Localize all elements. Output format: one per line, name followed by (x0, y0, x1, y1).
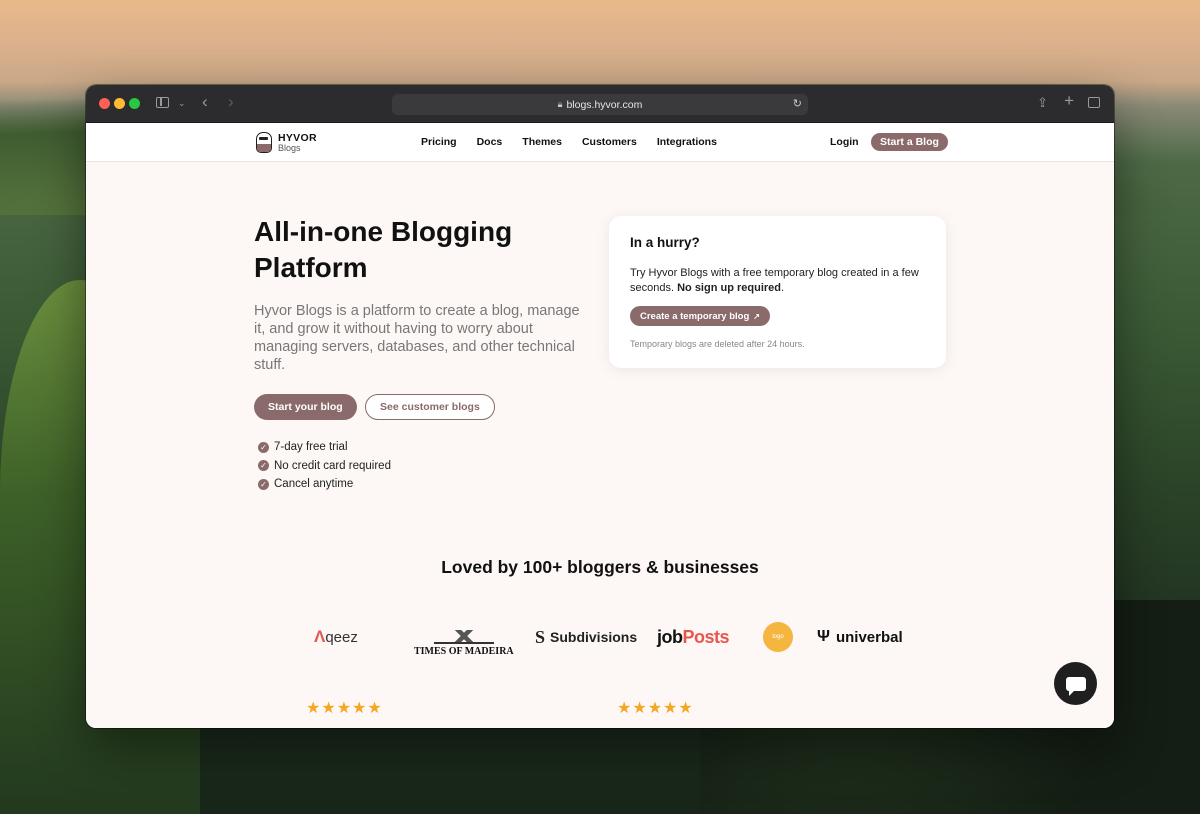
see-customer-blogs-button[interactable]: See customer blogs (365, 394, 495, 420)
feature-label: No credit card required (274, 459, 391, 472)
page-content: All-in-one Blogging Platform Hyvor Blogs… (86, 162, 1114, 728)
social-proof-heading: Loved by 100+ bloggers & businesses (441, 557, 759, 577)
circle-logo: logo (763, 617, 793, 657)
star-icon: ★ (678, 700, 694, 717)
nav-link-docs[interactable]: Docs (477, 136, 503, 148)
star-icon: ★ (647, 700, 664, 717)
star-icon: ★ (663, 700, 679, 717)
times-of-madeira-logo: TIMES OF MADEIRA (414, 617, 514, 657)
circle-badge: logo (763, 622, 793, 652)
star-icon: ★ (367, 700, 383, 717)
hurry-card-body-suffix: . (781, 281, 785, 294)
star-icon: ★ (321, 700, 337, 717)
back-arrow-icon[interactable]: ‹ (202, 93, 208, 110)
hurry-card-title: In a hurry? (630, 235, 700, 250)
univerbal-logo: Ψuniverbal (817, 628, 903, 646)
forward-arrow-icon[interactable]: › (228, 93, 234, 110)
chat-bubble-icon (1065, 676, 1086, 696)
star-icon: ★ (336, 700, 353, 717)
address-url: blogs.hyvor.com (566, 98, 643, 111)
star-icon: ★ (632, 700, 648, 717)
create-temporary-blog-label: Create a temporary blog (640, 310, 750, 322)
address-bar[interactable]: 🔒︎ blogs.hyvor.com ↻ (392, 94, 808, 115)
star-rating: ★★★★★ (617, 698, 694, 718)
univerbal-mark-icon: Ψ (817, 628, 830, 645)
feature-label: 7-day free trial (274, 441, 348, 454)
nav-link-integrations[interactable]: Integrations (657, 136, 717, 148)
hero-title: All-in-one Blogging Platform (254, 216, 513, 283)
feature-list: ✓ 7-day free trial ✓ No credit card requ… (258, 438, 391, 494)
check-circle-icon: ✓ (258, 460, 269, 472)
logo-name: HYVOR (278, 131, 317, 144)
minimize-window-button[interactable] (114, 98, 125, 109)
subdivisions-mark-icon: S (535, 626, 546, 647)
qeez-logo: Λqeez (314, 627, 358, 646)
close-window-button[interactable] (99, 98, 110, 109)
logo-subtitle: Blogs (278, 142, 301, 153)
external-link-icon: ↗ (753, 311, 760, 321)
browser-titlebar: ⌄ ‹ › 🔒︎ blogs.hyvor.com ↻ ⇪ + (86, 85, 1114, 123)
star-rating: ★★★★★ (306, 698, 383, 718)
site-navbar: HYVOR Blogs Pricing Docs Themes Customer… (86, 123, 1114, 162)
hurry-card-note: Temporary blogs are deleted after 24 hou… (630, 339, 805, 349)
check-circle-icon: ✓ (258, 441, 269, 453)
jobposts-logo: job Posts (657, 626, 730, 647)
nav-link-pricing[interactable]: Pricing (421, 136, 457, 148)
create-temporary-blog-button[interactable]: Create a temporary blog ↗ (630, 306, 770, 326)
maximize-window-button[interactable] (129, 98, 140, 109)
start-your-blog-button[interactable]: Start your blog (254, 394, 357, 420)
chat-widget-button[interactable] (1054, 662, 1097, 705)
browser-window: ⌄ ‹ › 🔒︎ blogs.hyvor.com ↻ ⇪ + HYVOR Blo… (86, 85, 1114, 728)
mountain-icon (433, 630, 494, 644)
feature-label: Cancel anytime (274, 478, 354, 491)
nav-link-themes[interactable]: Themes (522, 136, 562, 148)
star-icon: ★ (617, 700, 633, 717)
hero-description: Hyvor Blogs is a platform to create a bl… (254, 303, 580, 373)
qeez-mark-icon: Λ (314, 627, 326, 646)
hyvor-logo-icon (256, 132, 272, 153)
hurry-card-body-bold: No sign up required (677, 281, 781, 294)
reload-icon[interactable]: ↻ (793, 97, 802, 110)
feature-item: ✓ No credit card required (258, 457, 391, 476)
nav-link-customers[interactable]: Customers (582, 136, 637, 148)
hurry-card-body: Try Hyvor Blogs with a free temporary bl… (630, 266, 930, 295)
nav-links: Pricing Docs Themes Customers Integratio… (421, 136, 737, 148)
login-link[interactable]: Login (830, 136, 859, 148)
start-blog-nav-button[interactable]: Start a Blog (871, 133, 948, 151)
tab-overview-icon[interactable] (1088, 97, 1100, 108)
check-circle-icon: ✓ (258, 478, 269, 490)
feature-item: ✓ 7-day free trial (258, 438, 391, 457)
hyvor-logo[interactable]: HYVOR Blogs (256, 132, 317, 153)
star-icon: ★ (306, 700, 322, 717)
star-icon: ★ (352, 700, 368, 717)
hurry-card: In a hurry? Try Hyvor Blogs with a free … (609, 216, 946, 368)
new-tab-icon[interactable]: + (1064, 92, 1074, 109)
lock-icon: 🔒︎ (557, 99, 563, 109)
feature-item: ✓ Cancel anytime (258, 475, 391, 494)
sidebar-toggle-icon[interactable] (156, 97, 169, 108)
share-icon[interactable]: ⇪ (1037, 96, 1048, 110)
chevron-down-icon[interactable]: ⌄ (178, 96, 186, 110)
customer-logos: Λqeez TIMES OF MADEIRA S Subdivisions job… (86, 617, 1114, 657)
subdivisions-logo: S Subdivisions (535, 626, 638, 647)
